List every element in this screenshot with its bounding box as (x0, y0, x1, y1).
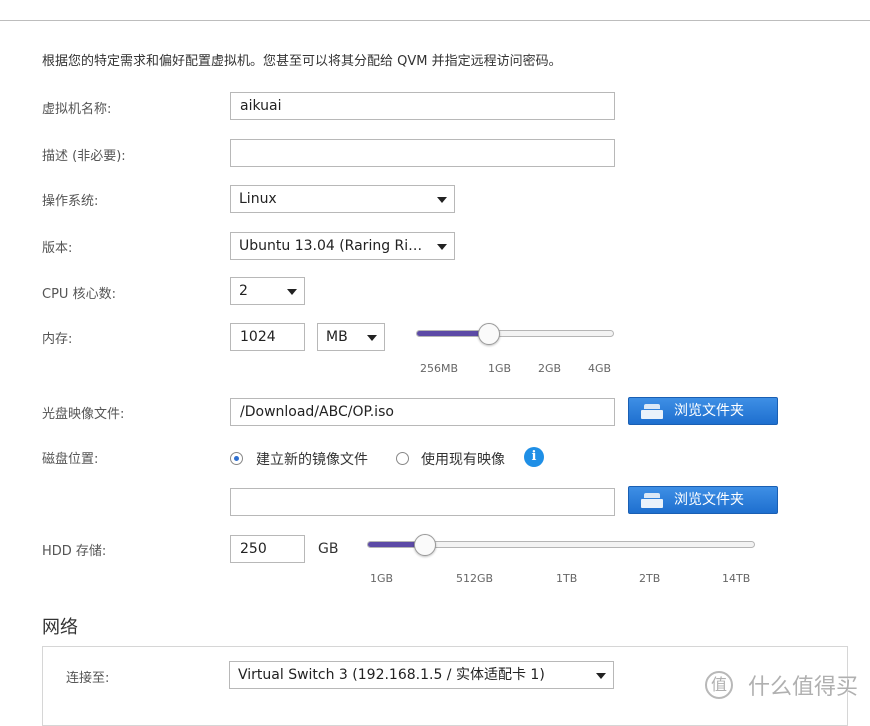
browse-folder-button-2[interactable]: 浏览文件夹 (628, 486, 778, 514)
memory-label: 内存: (42, 332, 73, 347)
hdd-tick: 2TB (639, 572, 661, 585)
radio-new-image-label[interactable]: 建立新的镜像文件 (256, 449, 368, 469)
version-label: 版本: (42, 241, 73, 256)
description-label: 描述 (非必要): (42, 149, 126, 164)
cpu-label: CPU 核心数: (42, 287, 116, 302)
cpu-select[interactable]: 2 (230, 277, 305, 305)
os-select-value: Linux (239, 191, 277, 207)
browse-folder-label: 浏览文件夹 (674, 492, 744, 508)
description-input[interactable] (230, 139, 615, 167)
network-switch-select[interactable]: Virtual Switch 3 (192.168.1.5 / 实体适配卡 1) (229, 661, 614, 689)
version-select[interactable]: Ubuntu 13.04 (Raring Ringt... (230, 232, 455, 260)
hdd-tick: 1TB (556, 572, 578, 585)
hdd-label: HDD 存储: (42, 544, 107, 559)
hdd-slider-thumb[interactable] (414, 534, 437, 556)
hdd-unit-label: GB (318, 541, 339, 557)
radio-existing-image-label[interactable]: 使用现有映像 (421, 449, 505, 469)
memory-input[interactable]: 1024 (230, 323, 305, 351)
hdd-size-input[interactable]: 250 (230, 535, 305, 563)
chevron-down-icon (437, 197, 447, 203)
disk-location-label: 磁盘位置: (42, 452, 99, 467)
memory-tick: 256MB (420, 362, 459, 375)
drive-icon (641, 493, 663, 508)
watermark-text: 什么值得买 (747, 675, 858, 700)
cpu-select-value: 2 (239, 283, 248, 299)
info-icon[interactable]: i (524, 447, 544, 467)
memory-slider-thumb[interactable] (478, 323, 501, 345)
chevron-down-icon (367, 335, 377, 341)
chevron-down-icon (287, 289, 297, 295)
disk-path-input[interactable] (230, 488, 615, 516)
hdd-tick: 14TB (722, 572, 751, 585)
network-section-title: 网络 (42, 617, 78, 638)
radio-existing-image[interactable] (396, 452, 409, 465)
radio-new-image[interactable] (230, 452, 243, 465)
iso-path-input[interactable]: /Download/ABC/OP.iso (230, 398, 615, 426)
network-switch-value: Virtual Switch 3 (192.168.1.5 / 实体适配卡 1) (238, 667, 545, 683)
iso-label: 光盘映像文件: (42, 407, 125, 422)
vm-name-input[interactable]: aikuai (230, 92, 615, 120)
drive-icon (641, 404, 663, 419)
browse-folder-label: 浏览文件夹 (674, 403, 744, 419)
radio-selected-dot (234, 456, 239, 461)
chevron-down-icon (596, 673, 606, 679)
vm-name-label: 虚拟机名称: (42, 102, 112, 117)
hdd-tick: 1GB (370, 572, 394, 585)
top-divider (0, 20, 870, 21)
intro-text: 根据您的特定需求和偏好配置虚拟机。您甚至可以将其分配给 QVM 并指定远程访问密… (42, 54, 562, 69)
hdd-tick: 512GB (456, 572, 494, 585)
memory-tick: 2GB (538, 362, 562, 375)
version-select-value: Ubuntu 13.04 (Raring Ringt... (239, 238, 430, 254)
memory-unit-value: MB (326, 329, 348, 345)
os-select[interactable]: Linux (230, 185, 455, 213)
watermark-logo-icon: 值 (705, 671, 733, 699)
os-label: 操作系统: (42, 194, 99, 209)
memory-unit-select[interactable]: MB (317, 323, 385, 351)
browse-folder-button[interactable]: 浏览文件夹 (628, 397, 778, 425)
memory-tick: 1GB (488, 362, 512, 375)
connect-to-label: 连接至: (66, 671, 110, 686)
memory-slider[interactable] (416, 330, 614, 337)
memory-tick: 4GB (588, 362, 612, 375)
chevron-down-icon (437, 244, 447, 250)
